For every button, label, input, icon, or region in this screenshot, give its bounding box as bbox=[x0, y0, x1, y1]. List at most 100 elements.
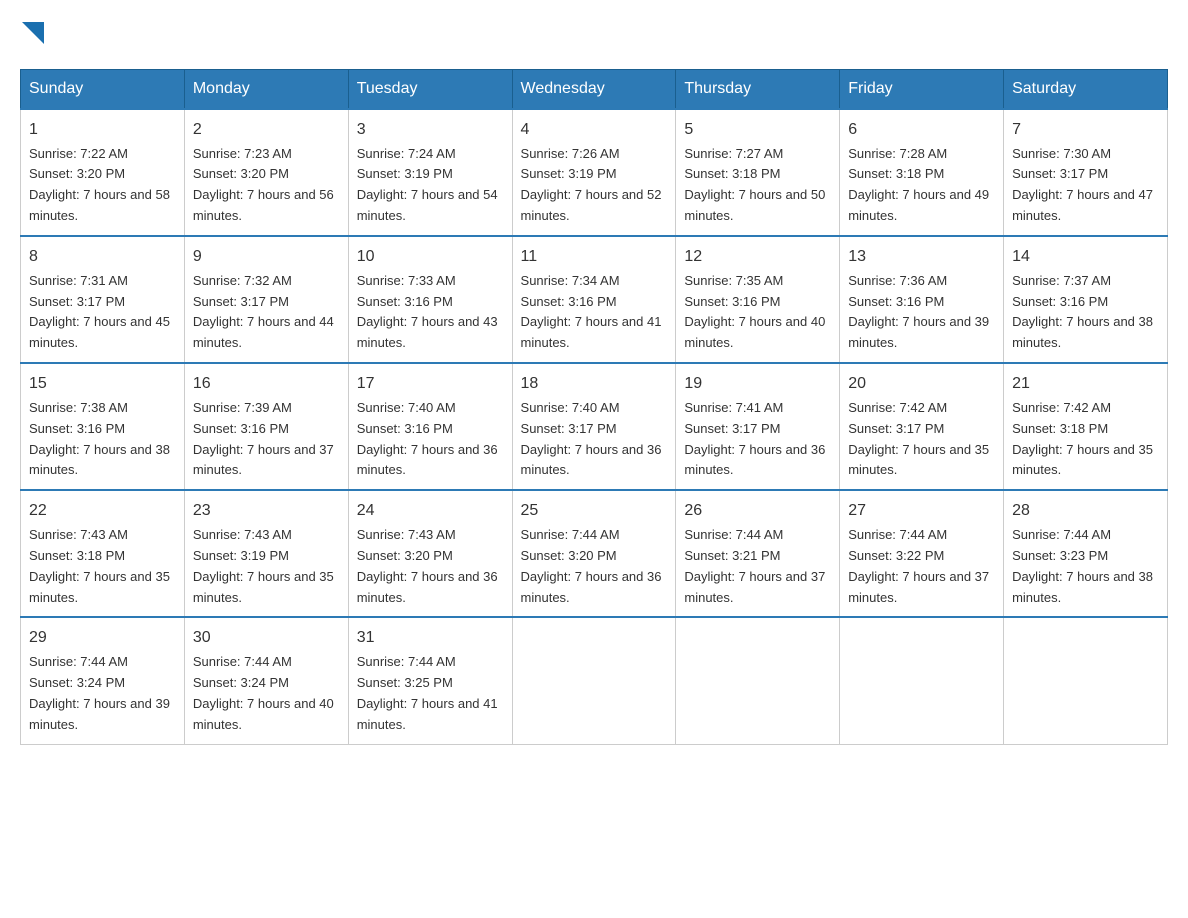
calendar-cell: 13Sunrise: 7:36 AMSunset: 3:16 PMDayligh… bbox=[840, 236, 1004, 363]
calendar-cell bbox=[840, 617, 1004, 744]
calendar-cell: 23Sunrise: 7:43 AMSunset: 3:19 PMDayligh… bbox=[184, 490, 348, 617]
day-number: 19 bbox=[684, 372, 831, 396]
day-number: 30 bbox=[193, 626, 340, 650]
col-header-tuesday: Tuesday bbox=[348, 69, 512, 109]
day-number: 4 bbox=[521, 118, 668, 142]
col-header-saturday: Saturday bbox=[1004, 69, 1168, 109]
week-row-4: 22Sunrise: 7:43 AMSunset: 3:18 PMDayligh… bbox=[21, 490, 1168, 617]
calendar-cell: 4Sunrise: 7:26 AMSunset: 3:19 PMDaylight… bbox=[512, 109, 676, 236]
day-info: Sunrise: 7:38 AMSunset: 3:16 PMDaylight:… bbox=[29, 398, 176, 481]
day-info: Sunrise: 7:30 AMSunset: 3:17 PMDaylight:… bbox=[1012, 144, 1159, 227]
page-header bbox=[20, 20, 1168, 49]
day-number: 20 bbox=[848, 372, 995, 396]
day-info: Sunrise: 7:27 AMSunset: 3:18 PMDaylight:… bbox=[684, 144, 831, 227]
calendar-cell: 28Sunrise: 7:44 AMSunset: 3:23 PMDayligh… bbox=[1004, 490, 1168, 617]
day-info: Sunrise: 7:41 AMSunset: 3:17 PMDaylight:… bbox=[684, 398, 831, 481]
day-info: Sunrise: 7:43 AMSunset: 3:19 PMDaylight:… bbox=[193, 525, 340, 608]
day-info: Sunrise: 7:44 AMSunset: 3:22 PMDaylight:… bbox=[848, 525, 995, 608]
calendar-table: SundayMondayTuesdayWednesdayThursdayFrid… bbox=[20, 69, 1168, 745]
day-info: Sunrise: 7:26 AMSunset: 3:19 PMDaylight:… bbox=[521, 144, 668, 227]
day-number: 9 bbox=[193, 245, 340, 269]
calendar-cell: 11Sunrise: 7:34 AMSunset: 3:16 PMDayligh… bbox=[512, 236, 676, 363]
day-number: 2 bbox=[193, 118, 340, 142]
day-number: 6 bbox=[848, 118, 995, 142]
day-info: Sunrise: 7:43 AMSunset: 3:20 PMDaylight:… bbox=[357, 525, 504, 608]
day-info: Sunrise: 7:22 AMSunset: 3:20 PMDaylight:… bbox=[29, 144, 176, 227]
day-number: 5 bbox=[684, 118, 831, 142]
calendar-cell bbox=[1004, 617, 1168, 744]
calendar-cell: 8Sunrise: 7:31 AMSunset: 3:17 PMDaylight… bbox=[21, 236, 185, 363]
day-info: Sunrise: 7:44 AMSunset: 3:24 PMDaylight:… bbox=[29, 652, 176, 735]
day-info: Sunrise: 7:34 AMSunset: 3:16 PMDaylight:… bbox=[521, 271, 668, 354]
calendar-cell: 15Sunrise: 7:38 AMSunset: 3:16 PMDayligh… bbox=[21, 363, 185, 490]
calendar-cell: 1Sunrise: 7:22 AMSunset: 3:20 PMDaylight… bbox=[21, 109, 185, 236]
day-number: 25 bbox=[521, 499, 668, 523]
calendar-cell: 24Sunrise: 7:43 AMSunset: 3:20 PMDayligh… bbox=[348, 490, 512, 617]
day-info: Sunrise: 7:43 AMSunset: 3:18 PMDaylight:… bbox=[29, 525, 176, 608]
day-number: 7 bbox=[1012, 118, 1159, 142]
day-number: 12 bbox=[684, 245, 831, 269]
day-info: Sunrise: 7:42 AMSunset: 3:17 PMDaylight:… bbox=[848, 398, 995, 481]
calendar-cell: 26Sunrise: 7:44 AMSunset: 3:21 PMDayligh… bbox=[676, 490, 840, 617]
col-header-thursday: Thursday bbox=[676, 69, 840, 109]
calendar-cell: 29Sunrise: 7:44 AMSunset: 3:24 PMDayligh… bbox=[21, 617, 185, 744]
calendar-cell: 12Sunrise: 7:35 AMSunset: 3:16 PMDayligh… bbox=[676, 236, 840, 363]
day-number: 14 bbox=[1012, 245, 1159, 269]
col-header-wednesday: Wednesday bbox=[512, 69, 676, 109]
calendar-cell: 18Sunrise: 7:40 AMSunset: 3:17 PMDayligh… bbox=[512, 363, 676, 490]
day-info: Sunrise: 7:24 AMSunset: 3:19 PMDaylight:… bbox=[357, 144, 504, 227]
calendar-cell: 2Sunrise: 7:23 AMSunset: 3:20 PMDaylight… bbox=[184, 109, 348, 236]
calendar-cell bbox=[512, 617, 676, 744]
calendar-cell: 9Sunrise: 7:32 AMSunset: 3:17 PMDaylight… bbox=[184, 236, 348, 363]
calendar-cell: 16Sunrise: 7:39 AMSunset: 3:16 PMDayligh… bbox=[184, 363, 348, 490]
calendar-cell: 21Sunrise: 7:42 AMSunset: 3:18 PMDayligh… bbox=[1004, 363, 1168, 490]
day-info: Sunrise: 7:44 AMSunset: 3:24 PMDaylight:… bbox=[193, 652, 340, 735]
calendar-cell: 17Sunrise: 7:40 AMSunset: 3:16 PMDayligh… bbox=[348, 363, 512, 490]
day-number: 18 bbox=[521, 372, 668, 396]
day-info: Sunrise: 7:40 AMSunset: 3:16 PMDaylight:… bbox=[357, 398, 504, 481]
calendar-cell: 25Sunrise: 7:44 AMSunset: 3:20 PMDayligh… bbox=[512, 490, 676, 617]
day-number: 3 bbox=[357, 118, 504, 142]
calendar-cell: 22Sunrise: 7:43 AMSunset: 3:18 PMDayligh… bbox=[21, 490, 185, 617]
day-info: Sunrise: 7:44 AMSunset: 3:21 PMDaylight:… bbox=[684, 525, 831, 608]
calendar-cell: 27Sunrise: 7:44 AMSunset: 3:22 PMDayligh… bbox=[840, 490, 1004, 617]
day-number: 22 bbox=[29, 499, 176, 523]
day-info: Sunrise: 7:44 AMSunset: 3:25 PMDaylight:… bbox=[357, 652, 504, 735]
calendar-header-row: SundayMondayTuesdayWednesdayThursdayFrid… bbox=[21, 69, 1168, 109]
calendar-cell: 3Sunrise: 7:24 AMSunset: 3:19 PMDaylight… bbox=[348, 109, 512, 236]
day-number: 24 bbox=[357, 499, 504, 523]
day-number: 1 bbox=[29, 118, 176, 142]
logo bbox=[20, 20, 44, 49]
calendar-cell: 30Sunrise: 7:44 AMSunset: 3:24 PMDayligh… bbox=[184, 617, 348, 744]
day-info: Sunrise: 7:44 AMSunset: 3:20 PMDaylight:… bbox=[521, 525, 668, 608]
day-info: Sunrise: 7:36 AMSunset: 3:16 PMDaylight:… bbox=[848, 271, 995, 354]
day-info: Sunrise: 7:33 AMSunset: 3:16 PMDaylight:… bbox=[357, 271, 504, 354]
day-number: 17 bbox=[357, 372, 504, 396]
week-row-3: 15Sunrise: 7:38 AMSunset: 3:16 PMDayligh… bbox=[21, 363, 1168, 490]
day-number: 28 bbox=[1012, 499, 1159, 523]
day-info: Sunrise: 7:40 AMSunset: 3:17 PMDaylight:… bbox=[521, 398, 668, 481]
day-number: 29 bbox=[29, 626, 176, 650]
day-number: 27 bbox=[848, 499, 995, 523]
day-number: 16 bbox=[193, 372, 340, 396]
day-info: Sunrise: 7:28 AMSunset: 3:18 PMDaylight:… bbox=[848, 144, 995, 227]
day-info: Sunrise: 7:44 AMSunset: 3:23 PMDaylight:… bbox=[1012, 525, 1159, 608]
calendar-cell: 5Sunrise: 7:27 AMSunset: 3:18 PMDaylight… bbox=[676, 109, 840, 236]
week-row-2: 8Sunrise: 7:31 AMSunset: 3:17 PMDaylight… bbox=[21, 236, 1168, 363]
day-info: Sunrise: 7:31 AMSunset: 3:17 PMDaylight:… bbox=[29, 271, 176, 354]
col-header-friday: Friday bbox=[840, 69, 1004, 109]
day-info: Sunrise: 7:37 AMSunset: 3:16 PMDaylight:… bbox=[1012, 271, 1159, 354]
week-row-1: 1Sunrise: 7:22 AMSunset: 3:20 PMDaylight… bbox=[21, 109, 1168, 236]
calendar-cell: 31Sunrise: 7:44 AMSunset: 3:25 PMDayligh… bbox=[348, 617, 512, 744]
logo-triangle-icon bbox=[22, 22, 44, 44]
day-number: 31 bbox=[357, 626, 504, 650]
calendar-cell: 10Sunrise: 7:33 AMSunset: 3:16 PMDayligh… bbox=[348, 236, 512, 363]
day-number: 10 bbox=[357, 245, 504, 269]
day-info: Sunrise: 7:39 AMSunset: 3:16 PMDaylight:… bbox=[193, 398, 340, 481]
calendar-cell: 14Sunrise: 7:37 AMSunset: 3:16 PMDayligh… bbox=[1004, 236, 1168, 363]
day-info: Sunrise: 7:42 AMSunset: 3:18 PMDaylight:… bbox=[1012, 398, 1159, 481]
day-info: Sunrise: 7:32 AMSunset: 3:17 PMDaylight:… bbox=[193, 271, 340, 354]
day-number: 23 bbox=[193, 499, 340, 523]
calendar-cell: 19Sunrise: 7:41 AMSunset: 3:17 PMDayligh… bbox=[676, 363, 840, 490]
calendar-cell: 7Sunrise: 7:30 AMSunset: 3:17 PMDaylight… bbox=[1004, 109, 1168, 236]
